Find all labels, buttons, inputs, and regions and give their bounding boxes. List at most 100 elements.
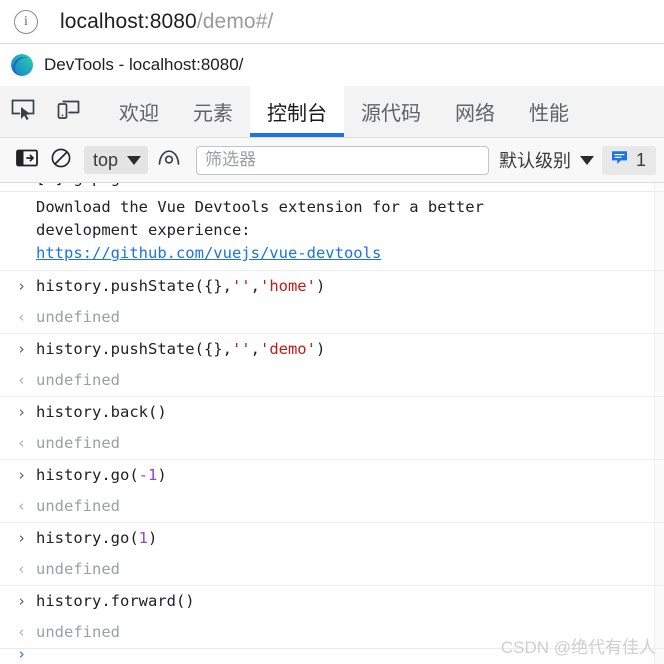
result-value: undefined bbox=[36, 497, 120, 515]
vue-devtools-message: Download the Vue Devtools extension for … bbox=[0, 196, 664, 265]
result-value: undefined bbox=[36, 308, 120, 326]
tab-welcome[interactable]: 欢迎 bbox=[102, 86, 176, 137]
message-line-1: Download the Vue Devtools extension for … bbox=[36, 198, 484, 216]
console-command-row[interactable]: › history.pushState({},'','demo') bbox=[0, 334, 664, 365]
console-result-row: ‹ undefined bbox=[0, 491, 664, 523]
url-host: localhost:8080 bbox=[60, 9, 197, 33]
tab-network[interactable]: 网络 bbox=[438, 86, 512, 137]
live-expression-icon bbox=[157, 148, 181, 173]
message-bubble-icon bbox=[610, 149, 629, 171]
result-prompt-icon: ‹ bbox=[17, 370, 27, 389]
result-value: undefined bbox=[36, 623, 120, 641]
code-token: 'home' bbox=[259, 277, 316, 295]
console-result-row: ‹ undefined bbox=[0, 617, 664, 649]
command-text: history.go(1) bbox=[0, 526, 664, 550]
code-token: '' bbox=[231, 277, 251, 295]
live-expression-button[interactable] bbox=[152, 145, 186, 175]
code-token: ) bbox=[148, 529, 158, 547]
command-prompt-icon: › bbox=[17, 591, 27, 610]
console-sidebar-icon bbox=[16, 148, 38, 173]
message-line-2: development experience: bbox=[36, 221, 251, 239]
code-token: ) bbox=[315, 340, 326, 358]
console-result-row: ‹ undefined bbox=[0, 365, 664, 397]
command-text: history.back() bbox=[0, 400, 664, 424]
console-result-row: ‹ undefined bbox=[0, 428, 664, 460]
inspect-element-button[interactable] bbox=[0, 86, 46, 137]
chevron-down-icon bbox=[127, 155, 142, 165]
command-prompt-icon: › bbox=[17, 465, 27, 484]
code-token: '' bbox=[231, 340, 251, 358]
command-prompt-icon: › bbox=[17, 339, 27, 358]
result-prompt-icon: ‹ bbox=[17, 496, 27, 515]
execution-context-label: top bbox=[93, 149, 119, 170]
console-command-row[interactable]: › history.go(-1) bbox=[0, 460, 664, 491]
result-value: undefined bbox=[36, 434, 120, 452]
command-prompt-icon: › bbox=[17, 528, 27, 547]
console-command-row[interactable]: › history.pushState({},'','home') bbox=[0, 271, 664, 302]
clear-console-icon bbox=[50, 147, 72, 174]
device-toolbar-icon bbox=[56, 97, 82, 126]
command-text: history.go(-1) bbox=[0, 463, 664, 487]
code-token: history.pushState({}, bbox=[36, 277, 232, 295]
console-command-row[interactable]: › history.back() bbox=[0, 397, 664, 428]
clipped-row-text: [ ] g p g bbox=[36, 183, 120, 187]
console-command-row[interactable]: › history.forward() bbox=[0, 586, 664, 617]
code-token: history.forward() bbox=[36, 592, 195, 610]
code-token: -1 bbox=[138, 466, 158, 484]
devtools-window-titlebar: DevTools - localhost:8080/ bbox=[0, 44, 664, 86]
console-message-list[interactable]: [ ] g p g Download the Vue Devtools exte… bbox=[0, 183, 664, 664]
code-token: history.go( bbox=[36, 529, 139, 547]
message-count-value: 1 bbox=[635, 149, 646, 170]
result-prompt-icon: ‹ bbox=[17, 433, 27, 452]
browser-address-bar[interactable]: i localhost:8080/demo#/ bbox=[0, 0, 664, 44]
command-text: history.pushState({},'','demo') bbox=[0, 337, 664, 361]
clear-console-button[interactable] bbox=[44, 145, 78, 175]
console-input-row[interactable]: › bbox=[0, 645, 664, 664]
console-toolbar: top 默认级别 1 bbox=[0, 138, 664, 183]
code-token: ) bbox=[315, 277, 326, 295]
code-token: history.back() bbox=[36, 403, 167, 421]
command-prompt-icon: › bbox=[17, 276, 27, 295]
tab-sources[interactable]: 源代码 bbox=[344, 86, 438, 137]
command-text: history.pushState({},'','home') bbox=[0, 274, 664, 298]
execution-context-selector[interactable]: top bbox=[84, 146, 149, 174]
console-clipped-row: [ ] g p g bbox=[0, 183, 664, 192]
console-command-row[interactable]: › history.go(1) bbox=[0, 523, 664, 554]
code-token: ) bbox=[157, 466, 167, 484]
code-token: history.pushState({}, bbox=[36, 340, 232, 358]
tab-console[interactable]: 控制台 bbox=[250, 86, 344, 137]
code-token: , bbox=[250, 277, 260, 295]
result-prompt-icon: ‹ bbox=[17, 559, 27, 578]
site-info-icon[interactable]: i bbox=[14, 9, 38, 34]
tab-label: 网络 bbox=[455, 103, 495, 125]
tab-label: 控制台 bbox=[267, 103, 327, 125]
edge-logo-icon bbox=[10, 53, 34, 77]
tab-performance[interactable]: 性能 bbox=[512, 86, 586, 137]
command-text: history.forward() bbox=[0, 589, 664, 613]
url-path: /demo#/ bbox=[196, 9, 274, 33]
tab-elements[interactable]: 元素 bbox=[176, 86, 250, 137]
result-prompt-icon: ‹ bbox=[17, 622, 27, 641]
message-count-badge[interactable]: 1 bbox=[601, 145, 656, 175]
console-input-prompt-icon: › bbox=[17, 645, 27, 664]
result-prompt-icon: ‹ bbox=[17, 307, 27, 326]
console-filter-input[interactable] bbox=[196, 145, 489, 175]
chevron-down-icon bbox=[579, 155, 594, 165]
inspect-element-icon bbox=[10, 97, 36, 126]
log-level-label: 默认级别 bbox=[498, 151, 571, 171]
tab-list: 欢迎 元素 控制台 源代码 网络 性能 bbox=[102, 86, 586, 137]
vue-devtools-link[interactable]: https://github.com/vuejs/vue-devtools bbox=[36, 244, 381, 262]
result-value: undefined bbox=[36, 560, 120, 578]
code-token: history.go( bbox=[36, 466, 139, 484]
devtools-tabstrip: 欢迎 元素 控制台 源代码 网络 性能 bbox=[0, 86, 664, 138]
console-info-message: Download the Vue Devtools extension for … bbox=[0, 192, 664, 271]
tab-label: 源代码 bbox=[361, 103, 421, 125]
address-bar-url: localhost:8080/demo#/ bbox=[60, 10, 273, 34]
tab-label: 欢迎 bbox=[119, 103, 159, 125]
console-sidebar-button[interactable] bbox=[10, 145, 44, 175]
device-toolbar-button[interactable] bbox=[46, 86, 92, 137]
log-level-selector[interactable]: 默认级别 bbox=[499, 147, 594, 173]
devtools-window-title: DevTools - localhost:8080/ bbox=[44, 55, 244, 74]
console-result-row: ‹ undefined bbox=[0, 302, 664, 334]
console-result-row: ‹ undefined bbox=[0, 554, 664, 586]
